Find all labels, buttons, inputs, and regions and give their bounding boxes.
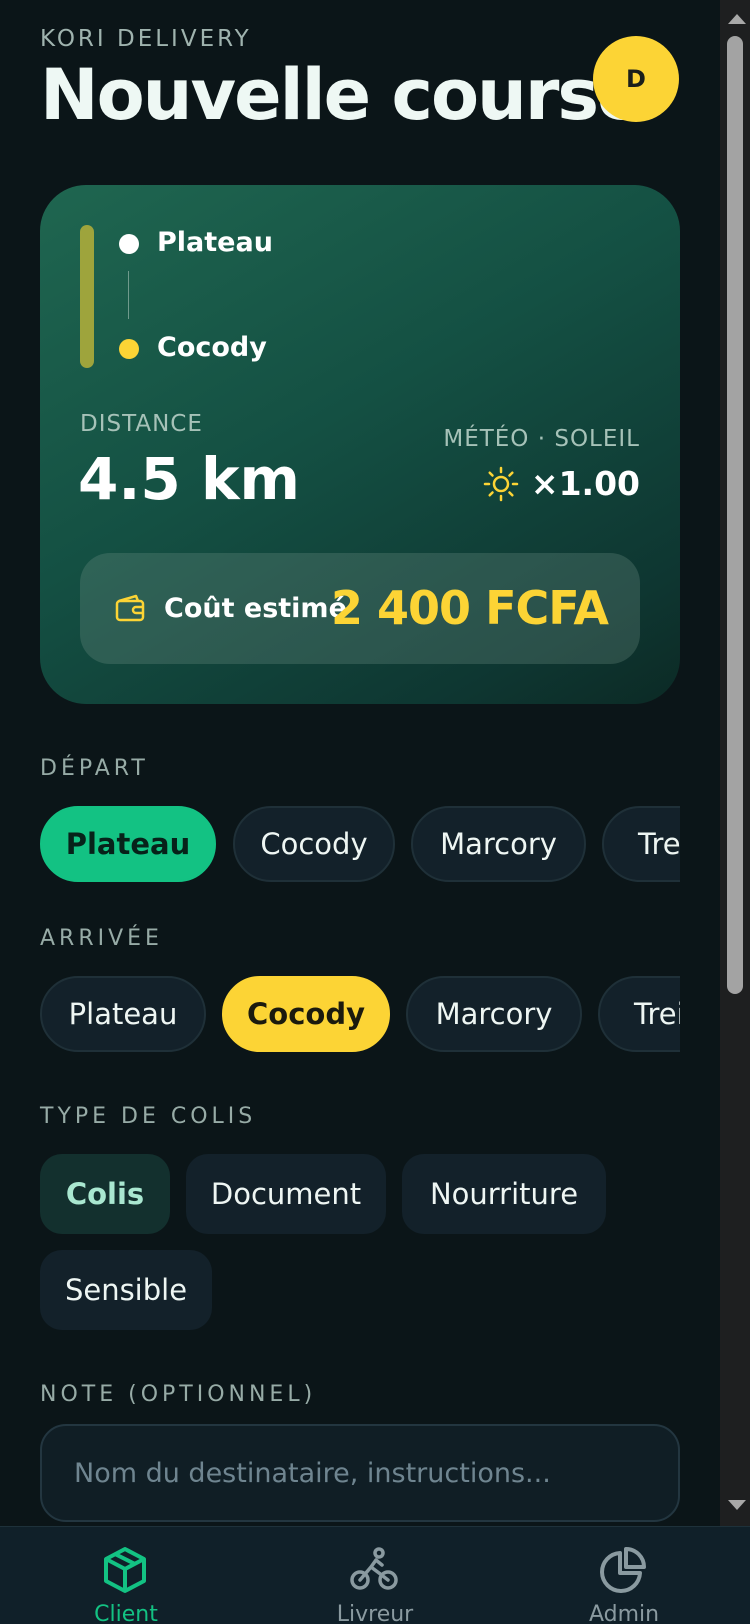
colis-chip-colis[interactable]: Colis <box>40 1154 170 1234</box>
nav-item-admin[interactable]: Admin <box>524 1527 724 1624</box>
depart-label: DÉPART <box>40 756 149 781</box>
colis-chip-sensible[interactable]: Sensible <box>40 1250 212 1330</box>
nav-item-livreur[interactable]: Livreur <box>275 1527 475 1624</box>
wallet-icon <box>115 594 145 622</box>
bottom-nav: Client Livreur Admin <box>0 1526 750 1624</box>
brand-name: KORI DELIVERY <box>40 26 252 52</box>
arrivee-chip-row[interactable]: Plateau Cocody Marcory Trei <box>40 976 680 1054</box>
scroll-thumb[interactable] <box>727 36 743 994</box>
distance-value: 4.5 km <box>78 445 300 513</box>
nav-label-livreur: Livreur <box>336 1602 414 1624</box>
package-icon <box>104 1547 146 1593</box>
estimated-cost-value: 2 400 FCFA <box>331 581 609 635</box>
colis-chip-document[interactable]: Document <box>186 1154 386 1234</box>
estimated-cost-label: Coût estimé <box>164 593 347 624</box>
depart-chip-row[interactable]: Plateau Cocody Marcory Tre <box>40 806 680 884</box>
arrivee-chip-cocody[interactable]: Cocody <box>222 976 390 1052</box>
arrivee-chip-marcory[interactable]: Marcory <box>406 976 582 1052</box>
arrivee-label: ARRIVÉE <box>40 926 163 951</box>
note-input[interactable]: Nom du destinataire, instructions... <box>40 1424 680 1522</box>
bike-icon <box>350 1547 398 1590</box>
depart-chip-marcory[interactable]: Marcory <box>411 806 586 882</box>
destination-dot <box>119 339 139 359</box>
sun-icon <box>483 466 519 501</box>
nav-label-client: Client <box>94 1602 158 1624</box>
estimated-cost-box: Coût estimé 2 400 FCFA <box>80 553 640 664</box>
pie-chart-icon <box>600 1547 646 1593</box>
avatar[interactable]: D <box>593 36 679 122</box>
route-origin: Plateau <box>157 227 273 258</box>
scrollbar[interactable] <box>720 0 750 1526</box>
multiplier-value: ×1.00 <box>530 464 640 503</box>
route-summary-card: Plateau Cocody DISTANCE 4.5 km MÉTÉO · S… <box>40 185 680 704</box>
route-connector <box>128 271 129 319</box>
weather-multiplier: ×1.00 <box>483 464 640 503</box>
nav-label-admin: Admin <box>588 1602 660 1624</box>
origin-dot <box>119 234 139 254</box>
colis-label: TYPE DE COLIS <box>40 1104 257 1129</box>
depart-chip-treichville[interactable]: Tre <box>602 806 680 882</box>
depart-chip-cocody[interactable]: Cocody <box>233 806 395 882</box>
arrivee-chip-treichville[interactable]: Trei <box>598 976 680 1052</box>
depart-chip-plateau[interactable]: Plateau <box>40 806 216 882</box>
arrivee-chip-plateau[interactable]: Plateau <box>40 976 206 1052</box>
page-title: Nouvelle course <box>40 54 645 136</box>
main-scroll-area[interactable]: KORI DELIVERY Nouvelle course D Plateau … <box>0 0 720 1526</box>
distance-label: DISTANCE <box>80 411 203 437</box>
weather-label: MÉTÉO · SOLEIL <box>443 426 640 452</box>
scroll-down-arrow[interactable] <box>728 1500 746 1510</box>
colis-chip-nourriture[interactable]: Nourriture <box>402 1154 606 1234</box>
note-label: NOTE (OPTIONNEL) <box>40 1382 317 1407</box>
scroll-up-arrow[interactable] <box>728 14 746 24</box>
route-destination: Cocody <box>157 332 267 363</box>
route-bar <box>80 225 94 368</box>
nav-item-client[interactable]: Client <box>26 1527 226 1624</box>
